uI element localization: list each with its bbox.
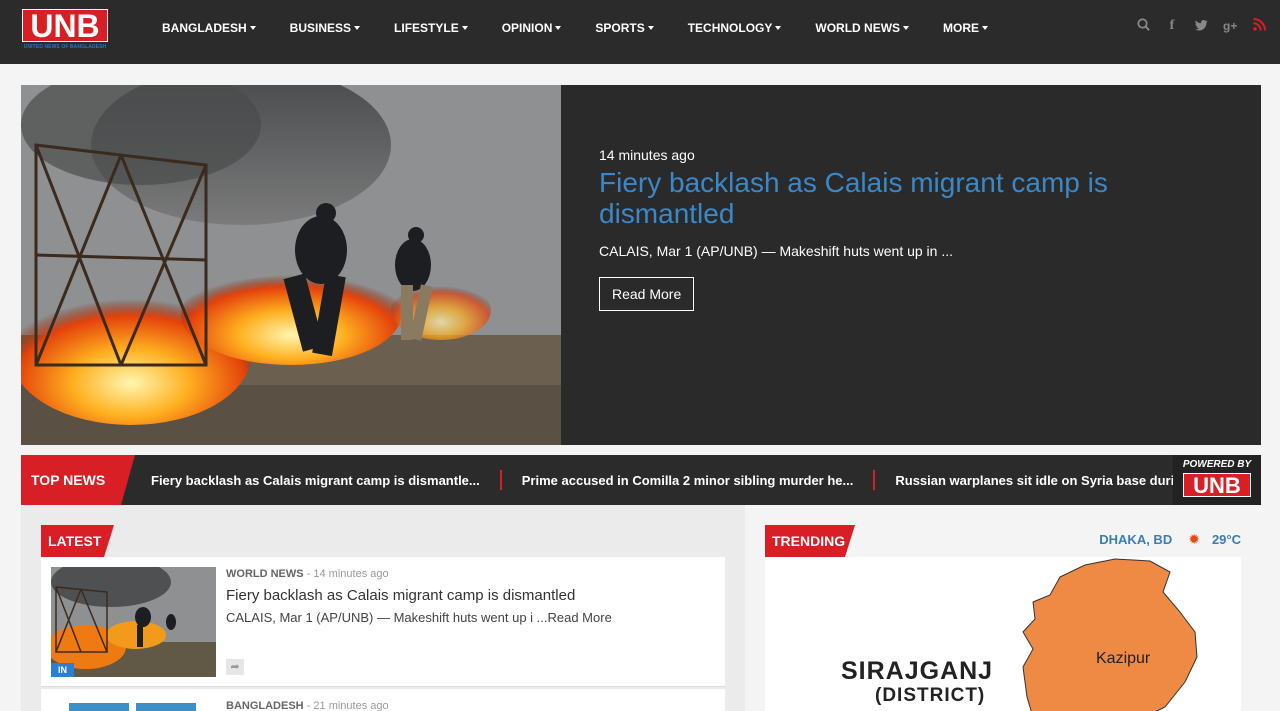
ticker-items: Fiery backlash as Calais migrant camp is… [151, 455, 1219, 505]
list-item: IN WORLD NEWS - 14 minutes ago Fiery bac… [41, 557, 725, 687]
featured-text: 14 minutes ago Fiery backlash as Calais … [599, 147, 1159, 311]
rss-icon[interactable] [1252, 18, 1266, 34]
chevron-down-icon [461, 26, 468, 30]
facebook-icon[interactable]: f [1165, 18, 1179, 34]
map-title: SIRAJGANJ [841, 657, 994, 685]
nav-label: LIFESTYLE [394, 21, 459, 35]
chevron-down-icon [775, 26, 782, 30]
article-category[interactable]: BANGLADESH [226, 700, 304, 711]
ticker-item[interactable]: Fiery backlash as Calais migrant camp is… [151, 473, 480, 488]
share-icon[interactable]: ➦ [226, 659, 244, 675]
powered-by-badge: POWERED BY UNB [1173, 455, 1261, 505]
top-news-label: TOP NEWS [21, 455, 135, 505]
powered-by-text: POWERED BY [1182, 459, 1252, 470]
ticker-divider [499, 470, 502, 490]
trending-section: TRENDING DHAKA, BD ✹ 29°C SIRAJGANJ (DIS… [745, 505, 1261, 711]
chevron-down-icon [903, 26, 910, 30]
nav-label: BUSINESS [289, 21, 352, 35]
article-category[interactable]: WORLD NEWS [226, 568, 304, 580]
featured-story: 14 minutes ago Fiery backlash as Calais … [21, 85, 1261, 445]
map-place-label: Kazipur [1096, 650, 1151, 667]
article-thumbnail[interactable] [69, 703, 129, 711]
chevron-down-icon [982, 26, 989, 30]
chevron-down-icon [249, 26, 256, 30]
map-subtitle: (DISTRICT) [875, 685, 986, 706]
chevron-down-icon [647, 26, 654, 30]
trending-label: TRENDING [765, 525, 855, 557]
list-item: BANGLADESH - 21 minutes ago [41, 689, 725, 711]
latest-label: LATEST [41, 525, 114, 557]
nav-item-opinion[interactable]: OPINION [502, 21, 562, 35]
twitter-icon[interactable] [1194, 18, 1208, 34]
weather-location: DHAKA, BD [1099, 532, 1173, 547]
social-links: f g+ [1121, 18, 1266, 34]
nav-label: BANGLADESH [162, 21, 247, 35]
nav-item-bangladesh[interactable]: BANGLADESH [162, 21, 256, 35]
google-plus-icon[interactable]: g+ [1223, 19, 1237, 33]
nav-label: MORE [943, 21, 980, 35]
featured-time: 14 minutes ago [599, 147, 695, 163]
ticker-item[interactable]: Prime accused in Comilla 2 minor sibling… [522, 473, 854, 488]
in-badge: IN [51, 663, 74, 677]
article-thumbnail[interactable]: IN [51, 567, 216, 677]
article-meta: WORLD NEWS - 14 minutes ago [226, 568, 389, 580]
trending-image[interactable]: SIRAJGANJ (DISTRICT) Kazipur [765, 557, 1241, 711]
article-thumbnail[interactable] [136, 703, 196, 711]
featured-title[interactable]: Fiery backlash as Calais migrant camp is… [599, 167, 1159, 229]
nav-item-technology[interactable]: TECHNOLOGY [688, 21, 782, 35]
read-more-button[interactable]: Read More [599, 277, 695, 311]
nav-item-more[interactable]: MORE [943, 21, 989, 35]
article-time: - 14 minutes ago [303, 568, 389, 580]
article-time: - 21 minutes ago [303, 700, 389, 711]
nav-label: TECHNOLOGY [687, 21, 773, 35]
featured-excerpt: CALAIS, Mar 1 (AP/UNB) — Makeshift huts … [599, 243, 954, 259]
top-navigation-bar: UNB UNITED NEWS OF BANGLADESH BANGLADESH… [0, 0, 1280, 64]
main-menu: BANGLADESH BUSINESS LIFESTYLE OPINION SP… [162, 0, 1022, 56]
top-news-ticker: TOP NEWS Fiery backlash as Calais migran… [21, 455, 1261, 505]
nav-item-sports[interactable]: SPORTS [595, 21, 654, 35]
article-excerpt: CALAIS, Mar 1 (AP/UNB) — Makeshift huts … [226, 610, 612, 625]
site-logo[interactable]: UNB UNITED NEWS OF BANGLADESH [22, 9, 108, 51]
ticker-item[interactable]: Russian warplanes sit idle on Syria base… [895, 473, 1219, 488]
article-meta: BANGLADESH - 21 minutes ago [226, 700, 389, 711]
nav-item-business[interactable]: BUSINESS [289, 21, 361, 35]
article-title[interactable]: Fiery backlash as Calais migrant camp is… [226, 587, 575, 604]
sun-icon: ✹ [1188, 531, 1200, 547]
nav-label: WORLD NEWS [815, 21, 901, 35]
featured-image[interactable] [21, 85, 561, 445]
nav-item-lifestyle[interactable]: LIFESTYLE [394, 21, 468, 35]
nav-label: OPINION [501, 21, 553, 35]
logo-subtext: UNITED NEWS OF BANGLADESH [23, 44, 107, 50]
logo-mark: UNB [22, 9, 108, 43]
nav-item-world-news[interactable]: WORLD NEWS [815, 21, 910, 35]
weather-widget: DHAKA, BD ✹ 29°C [1099, 531, 1241, 548]
search-icon[interactable] [1136, 18, 1150, 34]
ticker-divider [873, 470, 876, 490]
chevron-down-icon [555, 26, 562, 30]
chevron-down-icon [354, 26, 361, 30]
powered-by-logo: UNB [1183, 473, 1251, 498]
latest-section: LATEST IN WORLD NEWS - 14 minutes ago Fi… [21, 505, 745, 711]
weather-temperature: 29°C [1211, 532, 1241, 547]
nav-label: SPORTS [595, 21, 645, 35]
